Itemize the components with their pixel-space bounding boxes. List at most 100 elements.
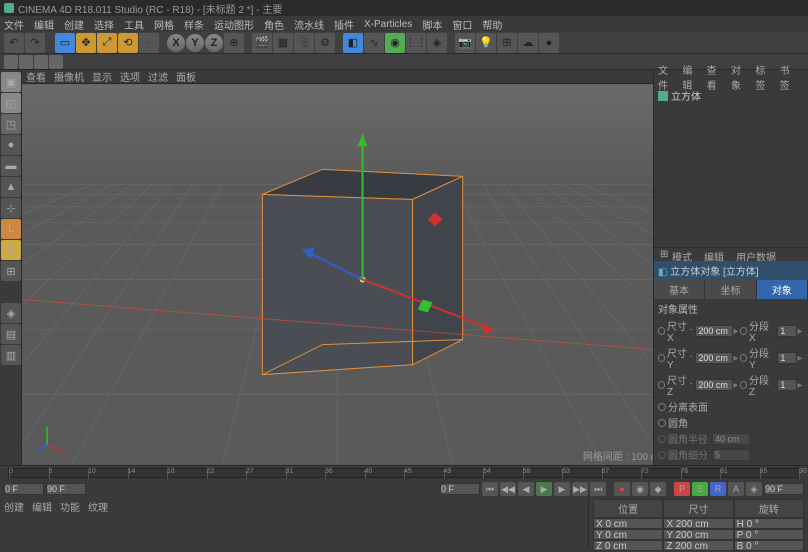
range-end[interactable] <box>764 483 804 495</box>
render-picture[interactable]: 🎥 <box>294 33 314 53</box>
menu-文件[interactable]: 文件 <box>4 17 24 32</box>
menu-脚本[interactable]: 脚本 <box>422 17 442 32</box>
menu-工具[interactable]: 工具 <box>124 17 144 32</box>
edge-mode[interactable]: ▬ <box>1 156 21 176</box>
nurbs-tool[interactable]: ◉ <box>385 33 405 53</box>
redo-button[interactable]: ↷ <box>25 33 45 53</box>
tab-texture[interactable]: 纹理 <box>88 499 108 514</box>
size-input[interactable] <box>695 379 733 391</box>
tab-function[interactable]: 功能 <box>60 499 80 514</box>
coord-system[interactable]: ⊕ <box>224 33 244 53</box>
menu-角色[interactable]: 角色 <box>264 17 284 32</box>
tab-coord[interactable]: 坐标 <box>705 280 756 299</box>
end-frame[interactable] <box>46 483 86 495</box>
light-tool[interactable]: 💡 <box>476 33 496 53</box>
polygon-mode[interactable]: ▲ <box>1 177 21 197</box>
menu-X-Particles[interactable]: X-Particles <box>364 19 412 30</box>
rotate-tool[interactable]: ⟲ <box>118 33 138 53</box>
tab-edit[interactable]: 编辑 <box>32 499 52 514</box>
pos-key[interactable]: P <box>674 482 690 496</box>
next-key-button[interactable]: ▶▶ <box>572 482 588 496</box>
menu-网格[interactable]: 网格 <box>154 17 174 32</box>
undo-button[interactable]: ↶ <box>4 33 24 53</box>
current-frame[interactable] <box>440 483 480 495</box>
scale-tool[interactable]: ⤢ <box>97 33 117 53</box>
planar-workplane[interactable]: ▥ <box>1 345 21 365</box>
locked-workplane[interactable]: ▤ <box>1 324 21 344</box>
vpmenu-item[interactable]: 选项 <box>120 69 140 84</box>
viewport[interactable]: 查看摄像机显示选项过滤面板 透视视图 <box>22 70 653 465</box>
viewport-canvas[interactable]: 网格间距 : 100 cm <box>22 84 653 465</box>
tab-edit[interactable]: 编辑 <box>698 248 730 261</box>
render-view[interactable]: 🎬 <box>252 33 272 53</box>
size-input[interactable] <box>695 325 733 337</box>
vpmenu-item[interactable]: 过滤 <box>148 69 168 84</box>
enable-axis[interactable]: L <box>1 219 21 239</box>
workplane[interactable]: ⊞ <box>1 261 21 281</box>
pla-key[interactable]: ◈ <box>746 482 762 496</box>
workplane-mode[interactable]: ◳ <box>1 114 21 134</box>
lasso-select[interactable] <box>34 55 48 69</box>
goto-start-button[interactable]: ⏮ <box>482 482 498 496</box>
model-mode[interactable]: ▣ <box>1 72 21 92</box>
seg-input[interactable] <box>777 352 797 364</box>
menu-帮助[interactable]: 帮助 <box>482 17 502 32</box>
vpmenu-item[interactable]: 显示 <box>92 69 112 84</box>
tab-basic[interactable]: 基本 <box>654 280 705 299</box>
next-frame-button[interactable]: ▶ <box>554 482 570 496</box>
vpmenu-item[interactable]: 摄像机 <box>54 69 84 84</box>
goto-end-button[interactable]: ⏭ <box>590 482 606 496</box>
cube-primitive[interactable]: ◧ <box>343 33 363 53</box>
record-button[interactable]: ● <box>614 482 630 496</box>
tag-tool[interactable]: ● <box>539 33 559 53</box>
tab-create[interactable]: 创建 <box>4 499 24 514</box>
select-tool[interactable]: ▭ <box>55 33 75 53</box>
tree-item-cube[interactable]: 立方体 <box>658 88 804 103</box>
texture-mode[interactable]: ◫ <box>1 93 21 113</box>
viewport-solo[interactable]: ◈ <box>1 303 21 323</box>
move-tool[interactable]: ✥ <box>76 33 96 53</box>
scene-tool[interactable]: ⊞ <box>497 33 517 53</box>
enable-snap[interactable]: S <box>1 240 21 260</box>
menu-窗口[interactable]: 窗口 <box>452 17 472 32</box>
menu-选择[interactable]: 选择 <box>94 17 114 32</box>
object-tree[interactable]: 立方体 <box>654 84 808 247</box>
menu-编辑[interactable]: 编辑 <box>34 17 54 32</box>
axis-mode[interactable]: ⊹ <box>1 198 21 218</box>
y-axis-lock[interactable]: Y <box>186 34 204 52</box>
point-mode[interactable]: ● <box>1 135 21 155</box>
last-tool[interactable]: · <box>139 33 159 53</box>
tab-mode[interactable]: 模式 <box>666 248 698 261</box>
menu-流水线[interactable]: 流水线 <box>294 17 324 32</box>
spline-tool[interactable]: ∿ <box>364 33 384 53</box>
param-key[interactable]: A <box>728 482 744 496</box>
checkbox-icon[interactable] <box>658 403 666 411</box>
menu-运动图形[interactable]: 运动图形 <box>214 17 254 32</box>
menu-样条[interactable]: 样条 <box>184 17 204 32</box>
camera-tool[interactable]: 📷 <box>455 33 475 53</box>
play-button[interactable]: ▶ <box>536 482 552 496</box>
keyframe-sel[interactable]: ◆ <box>650 482 666 496</box>
scale-key[interactable]: S <box>692 482 708 496</box>
seg-input[interactable] <box>777 325 797 337</box>
render-region[interactable]: ▦ <box>273 33 293 53</box>
deformer-tool[interactable]: ◈ <box>427 33 447 53</box>
prev-frame-button[interactable]: ◀ <box>518 482 534 496</box>
menu-创建[interactable]: 创建 <box>64 17 84 32</box>
menu-插件[interactable]: 插件 <box>334 17 354 32</box>
prev-key-button[interactable]: ◀◀ <box>500 482 516 496</box>
autokey-button[interactable]: ◉ <box>632 482 648 496</box>
render-settings[interactable]: ⚙ <box>315 33 335 53</box>
size-input[interactable] <box>695 352 733 364</box>
poly-select[interactable] <box>49 55 63 69</box>
environment-tool[interactable]: ☁ <box>518 33 538 53</box>
timeline-ruler[interactable]: 0510141822273136404549545863677276818590 <box>8 468 800 478</box>
viewport-scene[interactable]: 网格间距 : 100 cm <box>22 84 653 465</box>
rot-key[interactable]: R <box>710 482 726 496</box>
live-select[interactable] <box>4 55 18 69</box>
checkbox-icon[interactable] <box>658 419 666 427</box>
material-manager[interactable]: 创建 编辑 功能 纹理 <box>0 497 588 547</box>
rect-select[interactable] <box>19 55 33 69</box>
vpmenu-item[interactable]: 查看 <box>26 69 46 84</box>
x-axis-lock[interactable]: X <box>167 34 185 52</box>
